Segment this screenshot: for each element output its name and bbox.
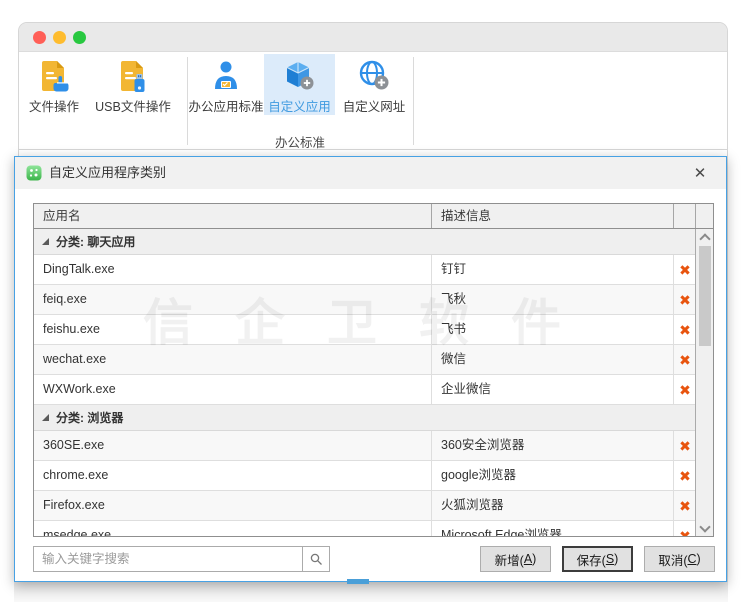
delete-x-icon: ✖ bbox=[679, 353, 691, 367]
search-input[interactable] bbox=[34, 547, 329, 571]
close-icon[interactable]: ✕ bbox=[686, 157, 714, 189]
delete-x-icon: ✖ bbox=[679, 439, 691, 453]
table-row[interactable]: feishu.exe 飞书 ✖ bbox=[34, 315, 713, 345]
description-cell: 360安全浏览器 bbox=[432, 431, 674, 460]
delete-x-icon: ✖ bbox=[679, 529, 691, 537]
table-header: 应用名 描述信息 bbox=[34, 204, 713, 229]
delete-x-icon: ✖ bbox=[679, 293, 691, 307]
cancel-button[interactable]: 取消(C) bbox=[644, 546, 715, 572]
description-cell: google浏览器 bbox=[432, 461, 674, 490]
description-cell: 飞书 bbox=[432, 315, 674, 344]
scroll-up-arrow-icon[interactable] bbox=[696, 229, 713, 245]
table-row[interactable]: 360SE.exe 360安全浏览器 ✖ bbox=[34, 431, 713, 461]
delete-button[interactable]: ✖ bbox=[674, 431, 696, 460]
delete-button[interactable]: ✖ bbox=[674, 461, 696, 490]
app-name-cell: DingTalk.exe bbox=[34, 255, 432, 284]
group-label: 分类: 聊天应用 bbox=[56, 233, 135, 250]
custom-url-icon bbox=[358, 58, 391, 94]
app-name-cell: 360SE.exe bbox=[34, 431, 432, 460]
toolbar-item-usb-file-operations[interactable]: USB文件操作 bbox=[87, 54, 179, 115]
vertical-scrollbar[interactable] bbox=[695, 229, 713, 536]
table-body: 分类: 聊天应用 DingTalk.exe 钉钉 ✖ feiq.exe 飞秋 ✖… bbox=[34, 229, 713, 536]
app-name-cell: chrome.exe bbox=[34, 461, 432, 490]
toolbar-divider bbox=[413, 57, 414, 145]
delete-button[interactable]: ✖ bbox=[674, 375, 696, 404]
table-row[interactable]: DingTalk.exe 钉钉 ✖ bbox=[34, 255, 713, 285]
app-name-cell: WXWork.exe bbox=[34, 375, 432, 404]
toolbar-group-label: 办公标准 bbox=[250, 132, 350, 151]
column-header-app-name[interactable]: 应用名 bbox=[34, 204, 432, 228]
table-row[interactable]: chrome.exe google浏览器 ✖ bbox=[34, 461, 713, 491]
toolbar-item-office-app-standard[interactable]: 办公应用标准 bbox=[189, 54, 263, 115]
description-cell: 飞秋 bbox=[432, 285, 674, 314]
description-cell: 火狐浏览器 bbox=[432, 491, 674, 520]
column-header-delete bbox=[674, 204, 696, 228]
custom-app-icon bbox=[284, 58, 316, 94]
app-name-cell: wechat.exe bbox=[34, 345, 432, 374]
toolbar-item-label: 自定义应用 bbox=[268, 96, 331, 115]
delete-x-icon: ✖ bbox=[679, 263, 691, 277]
delete-button[interactable]: ✖ bbox=[674, 345, 696, 374]
minimize-traffic-light[interactable] bbox=[53, 31, 66, 44]
table-row[interactable]: WXWork.exe 企业微信 ✖ bbox=[34, 375, 713, 405]
window-titlebar[interactable] bbox=[19, 23, 727, 52]
close-traffic-light[interactable] bbox=[33, 31, 46, 44]
toolbar-item-file-operations[interactable]: 文件操作 bbox=[25, 54, 83, 115]
app-table: 应用名 描述信息 分类: 聊天应用 DingTalk.exe 钉钉 ✖ feiq… bbox=[33, 203, 714, 537]
collapse-triangle-icon[interactable] bbox=[42, 238, 49, 245]
dialog-titlebar[interactable]: 自定义应用程序类别 ✕ bbox=[15, 157, 726, 189]
description-cell: Microsoft Edge浏览器 bbox=[432, 521, 674, 536]
scroll-down-arrow-icon[interactable] bbox=[696, 520, 713, 536]
dialog-title: 自定义应用程序类别 bbox=[49, 157, 166, 189]
table-row[interactable]: wechat.exe 微信 ✖ bbox=[34, 345, 713, 375]
search-box bbox=[33, 546, 330, 572]
app-name-cell: feiq.exe bbox=[34, 285, 432, 314]
scrollbar-thumb[interactable] bbox=[699, 246, 711, 346]
toolbar-item-label: 自定义网址 bbox=[343, 96, 406, 115]
description-cell: 企业微信 bbox=[432, 375, 674, 404]
office-app-standard-icon bbox=[210, 58, 242, 94]
delete-button[interactable]: ✖ bbox=[674, 315, 696, 344]
app-name-cell: feishu.exe bbox=[34, 315, 432, 344]
group-label: 分类: 浏览器 bbox=[56, 409, 123, 426]
collapse-triangle-icon[interactable] bbox=[42, 414, 49, 421]
file-operations-icon bbox=[39, 58, 69, 94]
toolbar-item-custom-app[interactable]: 自定义应用 bbox=[264, 54, 335, 115]
delete-button[interactable]: ✖ bbox=[674, 255, 696, 284]
window-bottom-strip bbox=[14, 582, 728, 602]
table-row[interactable]: msedge.exe Microsoft Edge浏览器 ✖ bbox=[34, 521, 713, 536]
delete-x-icon: ✖ bbox=[679, 469, 691, 483]
table-row[interactable]: Firefox.exe 火狐浏览器 ✖ bbox=[34, 491, 713, 521]
table-group-row[interactable]: 分类: 聊天应用 bbox=[34, 229, 713, 255]
search-icon[interactable] bbox=[302, 547, 329, 571]
toolbar: 文件操作 bbox=[19, 52, 727, 150]
column-header-scrollbar bbox=[696, 204, 713, 228]
save-button[interactable]: 保存(S) bbox=[562, 546, 633, 572]
table-group-row[interactable]: 分类: 浏览器 bbox=[34, 405, 713, 431]
toolbar-item-label: USB文件操作 bbox=[95, 96, 171, 115]
custom-app-category-dialog: 自定义应用程序类别 ✕ 应用名 描述信息 分类: 聊天应用 DingTalk.e… bbox=[14, 156, 727, 582]
table-row[interactable]: feiq.exe 飞秋 ✖ bbox=[34, 285, 713, 315]
dialog-bottom-notch bbox=[347, 579, 369, 584]
description-cell: 微信 bbox=[432, 345, 674, 374]
dialog-app-icon bbox=[26, 165, 42, 181]
delete-x-icon: ✖ bbox=[679, 323, 691, 337]
toolbar-item-label: 文件操作 bbox=[29, 96, 79, 115]
column-header-description[interactable]: 描述信息 bbox=[432, 204, 674, 228]
description-cell: 钉钉 bbox=[432, 255, 674, 284]
toolbar-item-label: 办公应用标准 bbox=[189, 96, 264, 115]
delete-button[interactable]: ✖ bbox=[674, 285, 696, 314]
screen: 文件操作 bbox=[0, 0, 746, 602]
dialog-button-row: 新增(A) 保存(S) 取消(C) bbox=[480, 546, 715, 572]
toolbar-item-custom-url[interactable]: 自定义网址 bbox=[338, 54, 410, 115]
usb-file-operations-icon bbox=[118, 58, 148, 94]
app-name-cell: msedge.exe bbox=[34, 521, 432, 536]
add-button[interactable]: 新增(A) bbox=[480, 546, 551, 572]
maximize-traffic-light[interactable] bbox=[73, 31, 86, 44]
delete-button[interactable]: ✖ bbox=[674, 491, 696, 520]
delete-button[interactable]: ✖ bbox=[674, 521, 696, 536]
app-name-cell: Firefox.exe bbox=[34, 491, 432, 520]
delete-x-icon: ✖ bbox=[679, 383, 691, 397]
delete-x-icon: ✖ bbox=[679, 499, 691, 513]
